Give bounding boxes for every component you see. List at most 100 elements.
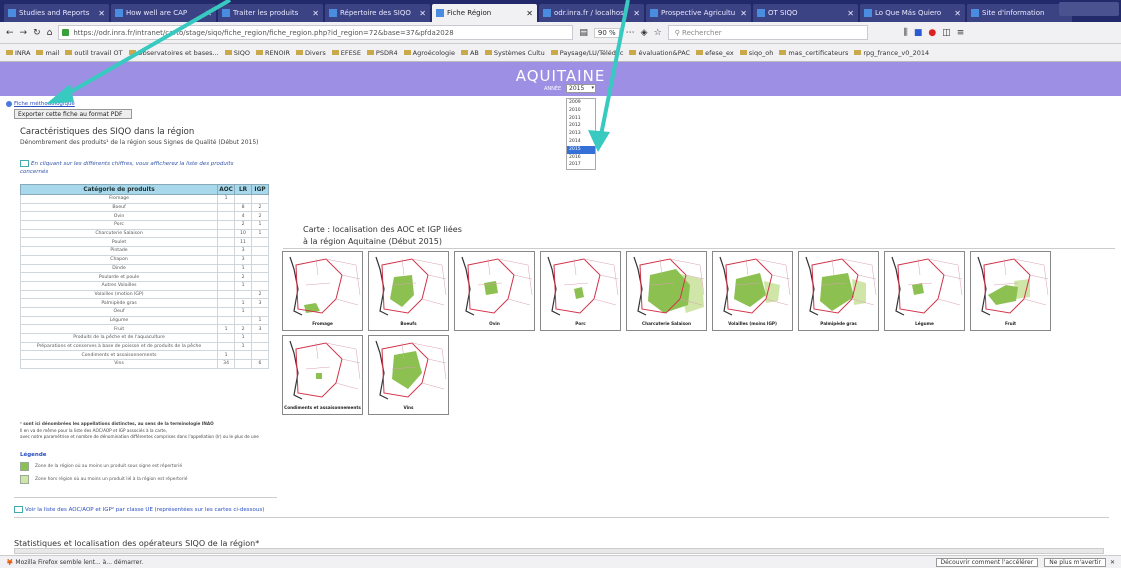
count-cell[interactable] [251,254,269,265]
count-cell[interactable]: 2 [234,272,253,282]
count-cell[interactable]: 1 [234,280,253,291]
count-cell[interactable] [234,315,253,326]
browser-tab[interactable]: Fiche Région ✕ [432,4,537,22]
count-cell[interactable] [217,298,236,308]
count-cell[interactable] [251,306,269,317]
map-thumbnail[interactable]: Vins [368,335,449,415]
home-icon[interactable]: ⌂ [47,28,53,38]
bookmark-item[interactable]: RENOIR [256,49,290,57]
count-cell[interactable] [234,289,253,300]
count-cell[interactable]: 1 [217,194,236,204]
search-input[interactable]: ⚲ Rechercher [667,25,868,40]
count-cell[interactable] [251,280,269,291]
map-thumbnail[interactable]: Fruit [970,251,1051,331]
count-cell[interactable]: 1 [234,306,253,317]
count-cell[interactable] [217,202,236,213]
count-cell[interactable]: 1 [251,220,269,230]
bookmark-item[interactable]: outil travail OT [65,49,122,57]
map-thumbnail[interactable]: Ovin [454,251,535,331]
dont-warn-button[interactable]: Ne plus m'avertir [1044,557,1106,567]
count-cell[interactable]: 3 [234,254,253,265]
sidebar-icon[interactable]: ◫ [942,28,951,38]
count-cell[interactable]: 1 [234,263,253,274]
count-cell[interactable] [251,263,269,274]
bookmark-item[interactable]: EFESE [332,49,361,57]
bookmark-item[interactable]: efese_ex [696,49,734,57]
back-icon[interactable]: ← [6,28,14,38]
count-cell[interactable] [251,272,269,282]
menu-dots-icon[interactable]: ⋯ [626,28,635,38]
bookmark-item[interactable]: siqo_oh [740,49,774,57]
count-cell[interactable]: 1 [251,228,269,239]
count-cell[interactable]: 1 [234,341,253,352]
pocket-icon[interactable]: ◈ [641,28,648,38]
count-cell[interactable] [251,350,269,361]
tab-close-icon[interactable]: ✕ [737,9,747,18]
browser-tab[interactable]: odr.inra.fr / localhost ✕ [539,4,644,22]
bookmark-item[interactable]: Divers [296,49,326,57]
year-option[interactable]: 2012 [567,122,595,130]
browser-tab[interactable]: Prospective Agricultu ✕ [646,4,751,22]
methodology-link[interactable]: Fiche méthodologique [6,101,75,107]
count-cell[interactable]: 34 [217,359,236,369]
bookmark-item[interactable]: Agroécologie [404,49,455,57]
count-cell[interactable] [251,194,269,204]
browser-tab[interactable]: Site d'information✕ [967,4,1072,22]
tab-close-icon[interactable]: ✕ [951,9,961,18]
year-option[interactable]: 2014 [567,138,595,146]
count-cell[interactable] [217,211,236,222]
count-cell[interactable] [217,237,236,248]
count-cell[interactable] [217,315,236,326]
count-cell[interactable] [217,341,236,352]
count-cell[interactable]: 10 [234,228,253,239]
count-cell[interactable] [251,237,269,248]
bookmark-item[interactable]: évaluation&PAC [629,49,690,57]
map-thumbnail[interactable]: Fromage [282,251,363,331]
browser-tab[interactable]: OT SIQO ✕ [753,4,858,22]
count-cell[interactable]: 1 [251,315,269,326]
count-cell[interactable] [234,359,253,369]
year-option[interactable]: 2013 [567,130,595,138]
horizontal-scrollbar[interactable] [14,548,1104,554]
tab-close-icon[interactable]: ✕ [95,9,105,18]
count-cell[interactable] [251,246,269,256]
count-cell[interactable] [217,272,236,282]
tab-close-icon[interactable]: ✕ [844,9,854,18]
map-thumbnail[interactable]: Palmipède gras [798,251,879,331]
bookmark-item[interactable]: rpg_france_v0_2014 [854,49,929,57]
year-option[interactable]: 2009 [567,99,595,107]
export-pdf-button[interactable]: Exporter cette fiche au format PDF [14,109,132,119]
count-cell[interactable]: 1 [234,298,253,308]
hamburger-menu-icon[interactable]: ≡ [957,28,965,38]
count-cell[interactable]: 8 [234,202,253,213]
count-cell[interactable]: 2 [251,202,269,213]
count-cell[interactable]: 1 [217,350,236,361]
bookmark-item[interactable]: Observatoires et bases... [129,49,219,57]
year-option[interactable]: 2016 [567,154,595,162]
count-cell[interactable] [217,228,236,239]
bookmark-item[interactable]: mail [36,49,59,57]
browser-tab[interactable]: Traiter les produits ✕ [218,4,323,22]
count-cell[interactable] [251,341,269,352]
count-cell[interactable]: 11 [234,237,253,248]
extension-icon[interactable]: ■ [914,28,923,38]
count-cell[interactable]: 4 [234,211,253,222]
bookmark-item[interactable]: SIQO [225,49,250,57]
year-option[interactable]: 2010 [567,107,595,115]
aoc-list-link[interactable]: Voir la liste des AOC/AOP et IGP² par cl… [14,506,264,513]
count-cell[interactable] [234,350,253,361]
count-cell[interactable]: 6 [251,359,269,369]
tab-close-icon[interactable]: ✕ [523,9,533,18]
count-cell[interactable] [217,254,236,265]
bookmark-item[interactable]: PSDR4 [367,49,398,57]
map-thumbnail[interactable]: Porc [540,251,621,331]
count-cell[interactable]: 2 [234,220,253,230]
tab-close-icon[interactable]: ✕ [309,9,319,18]
reload-icon[interactable]: ↻ [33,28,41,38]
tab-close-icon[interactable]: ✕ [416,9,426,18]
map-thumbnail[interactable]: Légume [884,251,965,331]
count-cell[interactable]: 2 [234,324,253,334]
speed-up-button[interactable]: Découvrir comment l'accélérer [935,557,1039,567]
map-thumbnail[interactable]: Volailles (moins IGP) [712,251,793,331]
browser-tab[interactable]: Répertoire des SIQO ✕ [325,4,430,22]
